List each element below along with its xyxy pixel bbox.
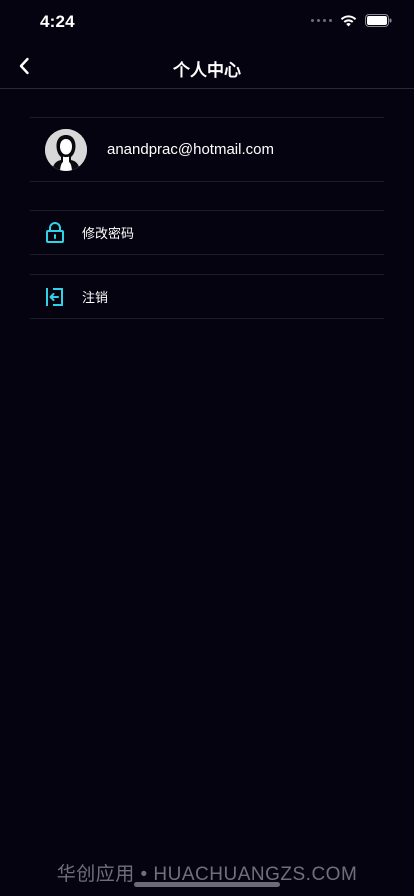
home-indicator[interactable] — [134, 882, 280, 887]
status-indicators — [311, 14, 392, 27]
change-password-label: 修改密码 — [82, 226, 135, 241]
status-bar: 4:24 — [0, 0, 414, 44]
navigation-bar: 个人中心 — [0, 44, 414, 89]
logout-row[interactable]: 注销 — [30, 274, 384, 319]
change-password-row[interactable]: 修改密码 — [30, 210, 384, 255]
logout-icon — [44, 286, 66, 308]
wifi-icon — [340, 15, 357, 27]
lock-icon — [44, 221, 66, 244]
user-silhouette-icon — [45, 128, 87, 171]
cellular-signal-icon — [311, 19, 332, 22]
screen: 4:24 个人中心 anandprac@hotmail.com 修改密码 注销 … — [0, 0, 414, 896]
battery-icon — [365, 14, 392, 27]
avatar — [45, 128, 87, 171]
logout-label: 注销 — [82, 290, 109, 305]
profile-email: anandprac@hotmail.com — [107, 141, 274, 158]
profile-row[interactable]: anandprac@hotmail.com — [30, 117, 384, 182]
page-title: 个人中心 — [173, 61, 241, 80]
status-time: 4:24 — [40, 12, 75, 31]
